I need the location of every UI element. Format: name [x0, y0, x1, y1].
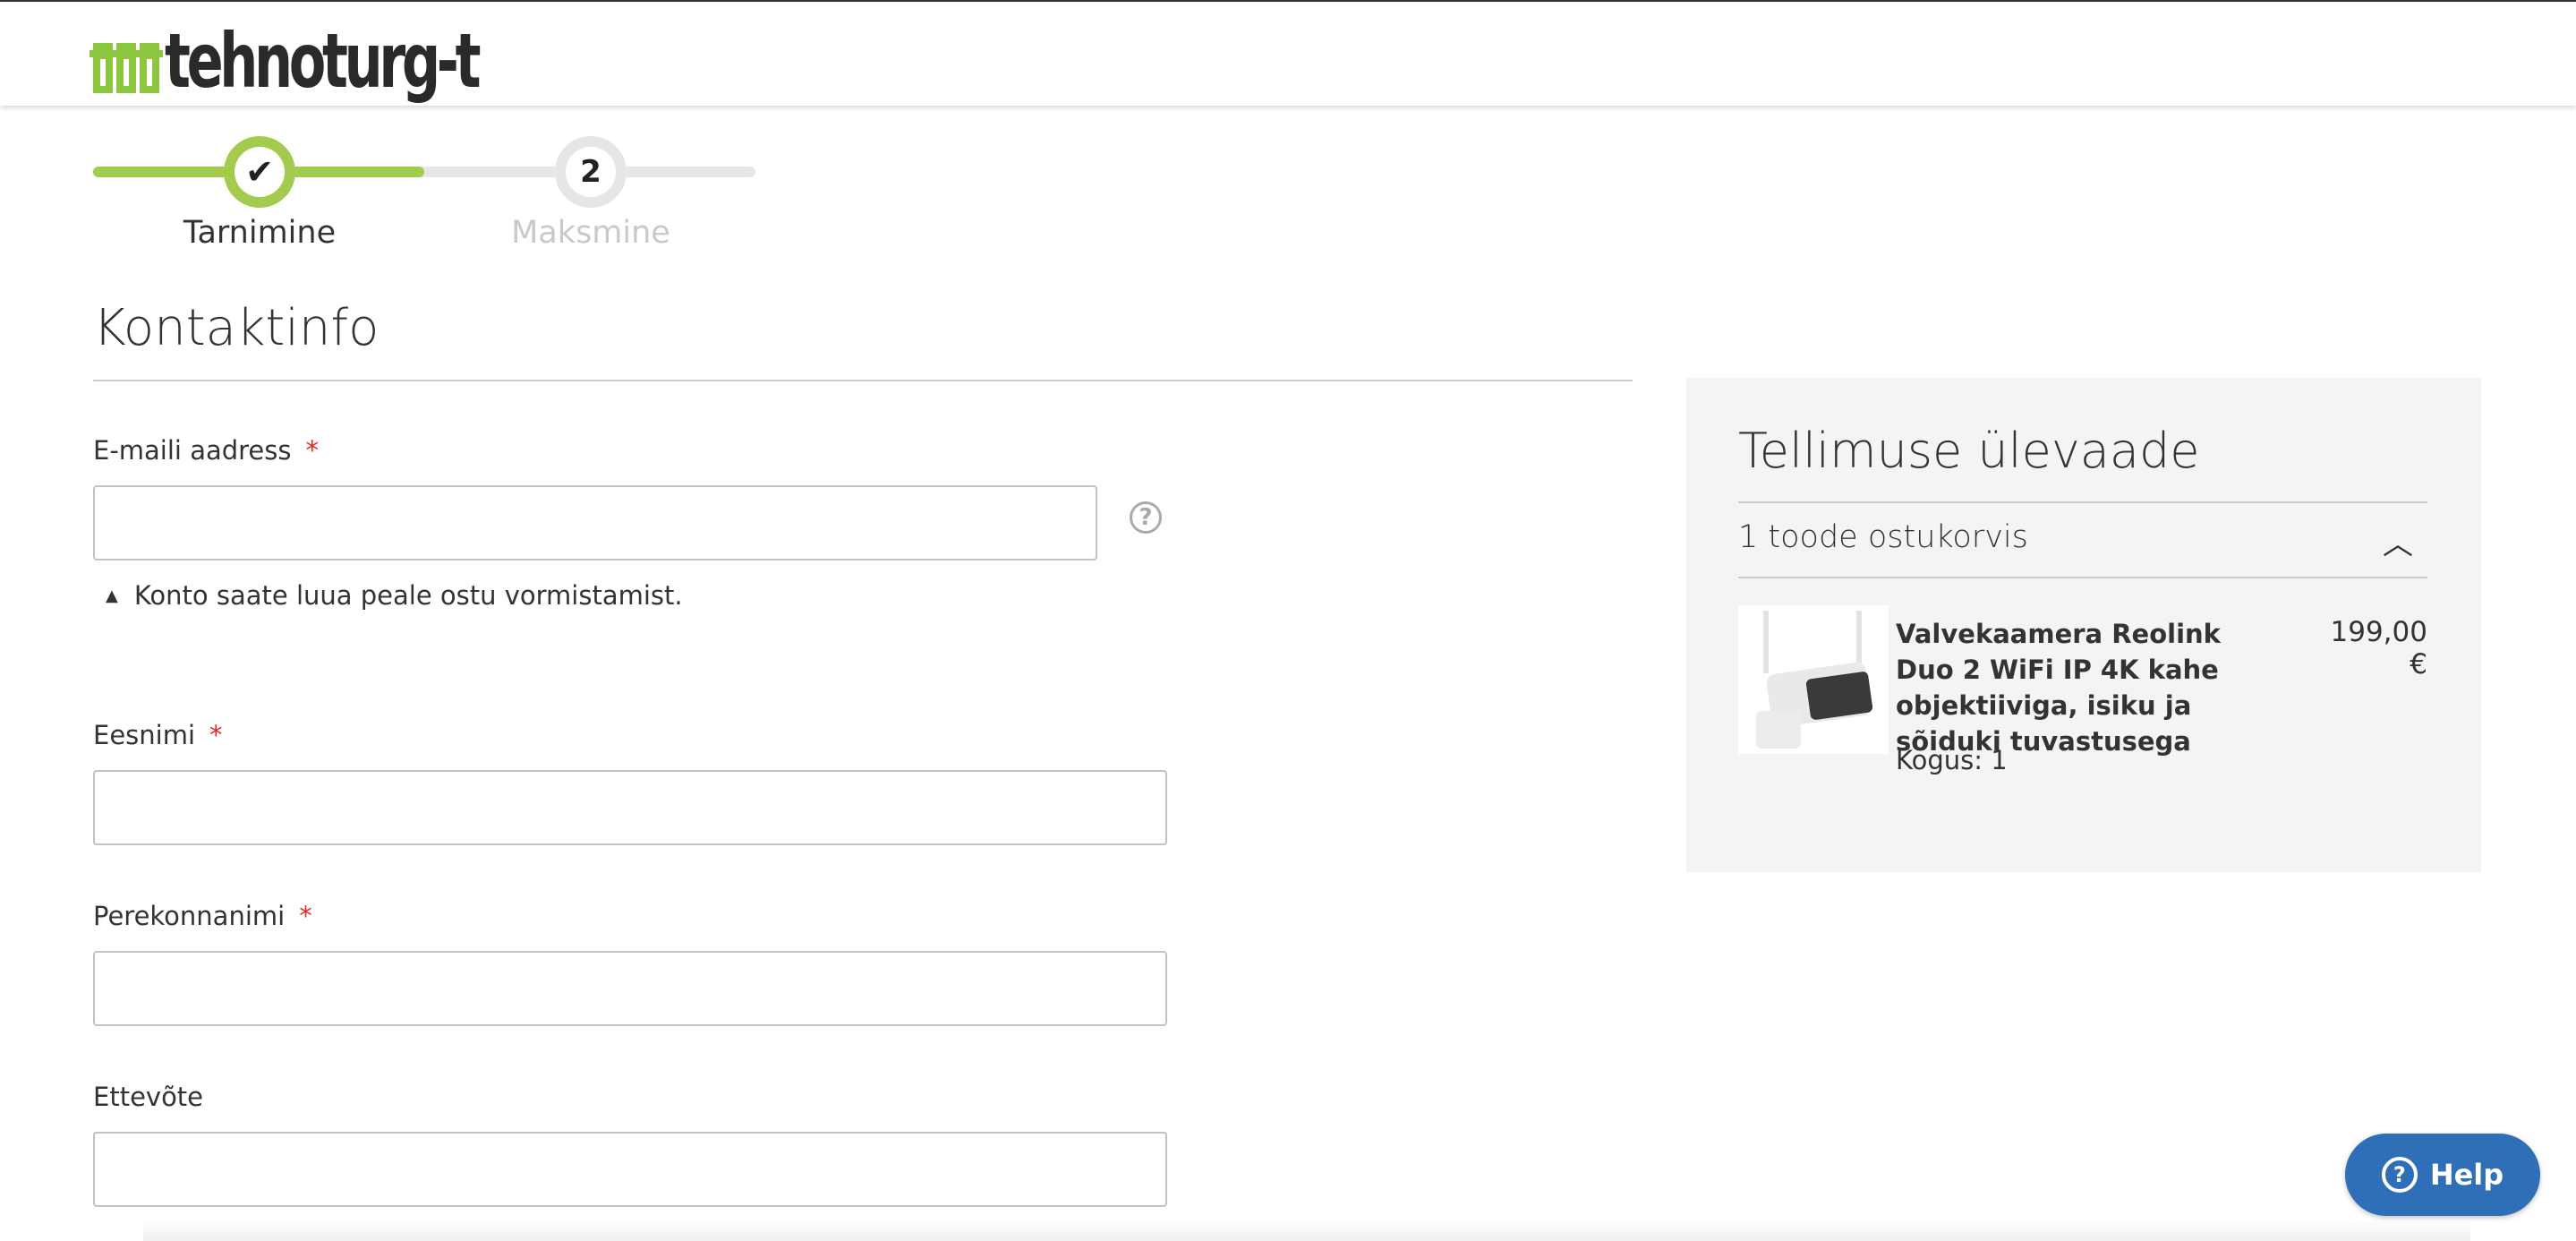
step-shipping-marker[interactable]: ✔: [224, 136, 295, 208]
chevron-up-icon[interactable]: ︿: [2383, 519, 2413, 563]
company-label: Ettevõte: [93, 1082, 204, 1112]
product-image: [1738, 605, 1889, 754]
first-name-label: Eesnimi *: [93, 720, 223, 750]
tehnoturg-logo[interactable]: tehnoturg-t: [90, 17, 599, 105]
last-name-field[interactable]: [93, 951, 1167, 1026]
help-label: Help: [2429, 1158, 2504, 1192]
checkmark-icon: ✔: [245, 152, 274, 192]
triangle-up-icon: ▲: [106, 586, 118, 605]
help-icon: ?: [2381, 1157, 2418, 1193]
company-field[interactable]: [93, 1132, 1167, 1207]
summary-divider: [1738, 577, 2427, 578]
help-button[interactable]: ? Help: [2345, 1134, 2540, 1216]
page-bottom-shadow: [143, 1218, 2470, 1241]
required-mark: *: [209, 720, 223, 750]
logo-text: tehnoturg-t: [165, 17, 481, 105]
product-name: Valvekaamera Reolink Duo 2 WiFi IP 4K ka…: [1896, 619, 2221, 757]
site-header: tehnoturg-t: [0, 0, 2576, 106]
help-question-icon[interactable]: ?: [1130, 501, 1162, 534]
email-field[interactable]: [93, 485, 1097, 561]
product-quantity: Kogus: 1: [1896, 745, 2008, 775]
product-price: 199,00 €: [2330, 616, 2427, 680]
required-mark: *: [299, 901, 312, 931]
step-payment-label: Maksmine: [511, 215, 670, 251]
summary-title: Tellimuse ülevaade: [1738, 423, 2200, 479]
last-name-label: Perekonnanimi *: [93, 901, 312, 931]
step-shipping-label[interactable]: Tarnimine: [143, 215, 376, 251]
checkout-progress: ✔ 2 Tarnimine Maksmine: [93, 133, 755, 267]
first-name-field[interactable]: [93, 770, 1167, 845]
order-summary: Tellimuse ülevaade 1 toode ostukorvis ︿ …: [1686, 378, 2481, 872]
contact-divider: [93, 380, 1633, 381]
contact-title: Kontaktinfo: [93, 299, 380, 357]
logo-mark-icon: [90, 43, 163, 93]
cart-count-toggle[interactable]: 1 toode ostukorvis: [1738, 519, 2028, 555]
account-note: ▲ Konto saate luua peale ostu vormistami…: [106, 580, 683, 611]
step-payment-marker: 2: [555, 136, 627, 208]
email-label: E-maili aadress *: [93, 435, 319, 466]
step-number: 2: [566, 147, 616, 197]
required-mark: *: [305, 435, 320, 466]
summary-divider: [1738, 501, 2427, 503]
